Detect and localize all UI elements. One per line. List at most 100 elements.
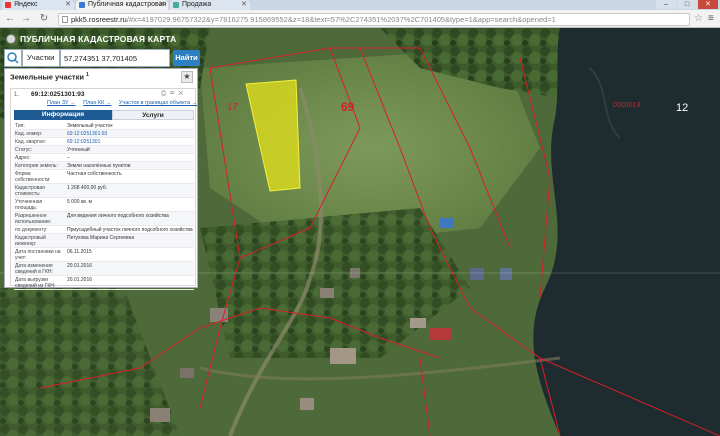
window-controls: – □ ✕ (656, 0, 718, 10)
attr-label: по документу: (15, 226, 48, 233)
cadastral-quarter-link[interactable]: 69:12:0251301 (66, 138, 194, 145)
panel-title: Земельные участки 1 (10, 72, 89, 82)
browser-tab-sale[interactable]: Продажа ✕ (170, 0, 250, 10)
table-row: Разрешенное использование: Для ведения ли… (14, 212, 194, 226)
result-index: 1. (14, 92, 20, 98)
attr-label: Кадастровая стоимость: (15, 184, 45, 197)
back-arrow-icon[interactable]: ← (4, 13, 16, 25)
search-bar: Участки ▾ Найти (4, 49, 200, 78)
attr-value: Петухова Марина Сергеевна (67, 234, 135, 241)
browser-tab-yandex[interactable]: Яндекс ✕ (2, 0, 74, 10)
reload-icon[interactable]: ↻ (38, 13, 50, 25)
plan-kk-link[interactable]: План КК → (83, 100, 111, 106)
browser-toolbar: ← → ↻ pkk5.rosreestr.ru/#x=4197029.96757… (0, 10, 720, 28)
browser-menu-icon[interactable]: ≡ (708, 13, 714, 24)
table-row: Кадастровая стоимость: 1 268 400,00 руб. (14, 184, 194, 198)
search-input[interactable] (60, 49, 170, 67)
results-panel: Земельные участки 1 ★ 1. 69:12:0251301:9… (4, 68, 199, 290)
attr-value: 20.01.2016 (67, 276, 93, 283)
parcel-number-label: 17 (227, 102, 239, 113)
close-window-button[interactable]: ✕ (698, 0, 718, 9)
url-path: /#x=4197029.96757322&y=7816275.915869552… (126, 15, 556, 24)
attr-value: 1 268 400,00 руб. (67, 184, 108, 191)
attr-value: 06.11.2015 (67, 248, 92, 255)
attr-label: Уточненная площадь: (15, 198, 43, 211)
rosreestr-logo-icon (6, 34, 16, 44)
cadastral-number-link[interactable]: 69:12:0251301:93 (66, 130, 194, 137)
page-icon (62, 16, 68, 23)
table-row: по документу: Приусадебный участок личног… (14, 226, 194, 234)
attr-value: Земельный участок (67, 122, 113, 129)
find-button[interactable]: Найти (173, 50, 200, 66)
close-tab-icon[interactable]: ✕ (241, 0, 247, 10)
attr-value: Частная собственность (67, 170, 122, 177)
browser-tab-label: Яндекс (14, 1, 38, 8)
parcel-tools[interactable]: ⎙ ✉ ✕ (161, 90, 184, 98)
bookmark-star-icon[interactable]: ☆ (694, 13, 703, 24)
plan-zu-link[interactable]: План ЗУ → (47, 100, 76, 106)
table-row: Тип: Земельный участок (14, 122, 194, 130)
attr-value: 5 000 кв. м (67, 198, 92, 205)
attr-label: Статус: (15, 146, 33, 153)
map-header: ПУБЛИЧНАЯ КАДАСТРОВАЯ КАРТА (6, 33, 426, 47)
attr-label: Форма собственности: (15, 170, 51, 183)
attr-value: 20.01.2016 (67, 262, 93, 269)
favorite-star-icon[interactable]: ★ (181, 71, 193, 83)
parcel-number-label: 69 (341, 100, 355, 114)
attr-value: Приусадебный участок личного подсобного … (67, 226, 193, 233)
tab-information[interactable]: Информация (14, 110, 112, 120)
parcel-card: 1. 69:12:0251301:93 ⎙ ✉ ✕ План ЗУ → План… (10, 88, 197, 290)
table-row: Кад. квартал: 69:12:0251301 (14, 138, 194, 146)
table-row: Кад. номер: 69:12:0251301:93 (14, 130, 194, 138)
map-title: ПУБЛИЧНАЯ КАДАСТРОВАЯ КАРТА (20, 34, 177, 44)
cadastral-code-label: 0000013 (613, 102, 641, 109)
result-count: 1 (86, 72, 89, 78)
minimize-button[interactable]: – (656, 0, 676, 9)
attr-value: Земли населённых пунктов (67, 162, 131, 169)
forward-arrow-icon[interactable]: → (20, 13, 32, 25)
parcel-links: План ЗУ → План КК → Участок в границах о… (47, 100, 203, 106)
attr-value: – (67, 154, 70, 161)
rosreestr-favicon-icon (79, 2, 85, 8)
attr-label: Кад. номер: (15, 130, 43, 137)
attr-label: Дата выгрузки сведений из ГКН: (15, 276, 56, 289)
attr-label: Кадастровый инженер: (15, 234, 46, 247)
attr-label: Кад. квартал: (15, 138, 46, 145)
attr-value: Для ведения личного подсобного хозяйства (67, 212, 169, 219)
browser-tab-strip: Яндекс ✕ Публичная кадастровая ✕ Продажа… (0, 0, 720, 10)
avito-favicon-icon (173, 2, 179, 8)
browser-tab-label: Продажа (182, 1, 212, 8)
parcel-tabs: Информация Услуги (14, 110, 194, 120)
table-row: Форма собственности: Частная собственност… (14, 170, 194, 184)
close-tab-icon[interactable]: ✕ (159, 0, 165, 10)
attr-label: Разрешенное использование: (15, 212, 52, 225)
address-bar[interactable]: pkk5.rosreestr.ru/#x=4197029.96757322&y=… (58, 13, 690, 26)
table-row: Уточненная площадь: 5 000 кв. м (14, 198, 194, 212)
yandex-favicon-icon (5, 2, 11, 8)
parcel-number-label: 12 (676, 102, 689, 114)
attr-label: Дата постановки на учет: (15, 248, 61, 261)
search-type-dropdown[interactable]: Участки ▾ (22, 49, 60, 78)
attr-label: Дата изменения сведений в ГКН: (15, 262, 53, 275)
table-row: Дата постановки на учет: 06.11.2015 (14, 248, 194, 262)
browser-tab-cadastral[interactable]: Публичная кадастровая ✕ (76, 0, 168, 10)
table-row: Дата изменения сведений в ГКН: 20.01.2016 (14, 262, 194, 276)
attr-label: Адрес: (15, 154, 31, 161)
table-row: Адрес: – (14, 154, 194, 162)
close-tab-icon[interactable]: ✕ (65, 0, 71, 10)
attributes-table: Тип: Земельный участок Кад. номер: 69:12:0… (14, 122, 194, 290)
table-row: Статус: Учтенный (14, 146, 194, 154)
attr-label: Категория земель: (15, 162, 58, 169)
search-icon[interactable] (4, 49, 22, 67)
browser-tab-label: Публичная кадастровая (88, 1, 167, 8)
table-row: Дата выгрузки сведений из ГКН: 20.01.2016 (14, 276, 194, 290)
tab-services[interactable]: Услуги (112, 110, 194, 120)
panel-header: Земельные участки 1 ★ (5, 69, 199, 85)
maximize-button[interactable]: □ (677, 0, 697, 9)
table-row: Категория земель: Земли населённых пункто… (14, 162, 194, 170)
url-host: pkk5.rosreestr.ru (71, 15, 127, 24)
attr-value: Учтенный (67, 146, 90, 153)
parcel-in-object-link[interactable]: Участок в границах объекта → (119, 100, 197, 106)
attr-label: Тип: (15, 122, 25, 129)
parcel-id: 69:12:0251301:93 (31, 91, 85, 98)
